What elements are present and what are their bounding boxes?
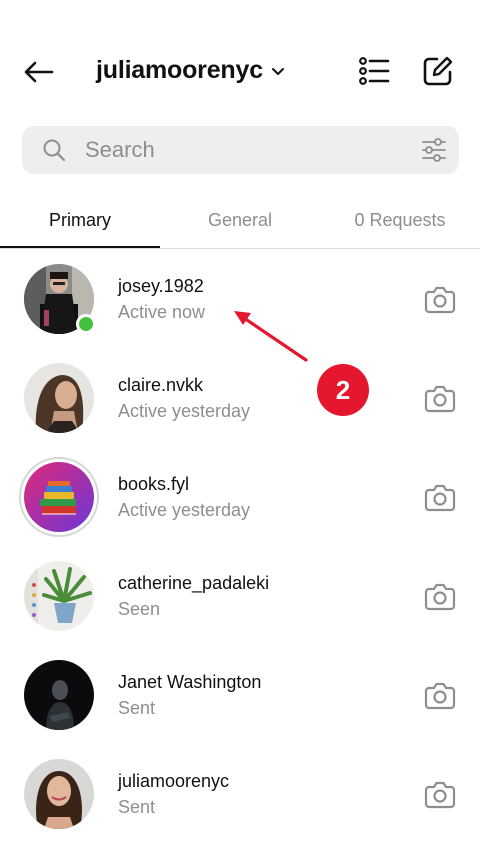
account-switcher[interactable]: juliamoorenyc (96, 56, 285, 85)
contact-status: Sent (118, 797, 156, 817)
contact-name: catherine_padaleki (118, 573, 270, 593)
camera-icon (424, 286, 456, 314)
conversation-row[interactable]: books.fyl Active yesterday (0, 448, 480, 547)
conversation-row[interactable]: catherine_padaleki Seen (0, 547, 480, 646)
camera-button[interactable] (422, 480, 458, 516)
tab-requests[interactable]: 0 Requests (320, 192, 480, 249)
contact-name: josey.1982 (118, 276, 204, 296)
contact-name: claire.nvkk (118, 375, 204, 395)
new-message-button[interactable] (418, 51, 458, 91)
conversation-row[interactable]: juliamoorenyc Sent (0, 745, 480, 844)
search-input[interactable] (85, 126, 405, 174)
compose-icon (423, 56, 453, 86)
avatar (24, 561, 94, 631)
online-status-dot (76, 314, 96, 334)
header-bar: juliamoorenyc (0, 0, 480, 120)
conversation-row[interactable]: claire.nvkk Active yesterday (0, 349, 480, 448)
contact-name: books.fyl (118, 474, 190, 494)
conversation-row[interactable]: Janet Washington Sent (0, 646, 480, 745)
contact-name: juliamoorenyc (118, 771, 230, 791)
avatar (24, 759, 94, 829)
camera-icon (424, 484, 456, 512)
filter-button[interactable] (420, 136, 448, 164)
avatar (24, 660, 94, 730)
contact-status: Active now (118, 302, 206, 322)
camera-icon (424, 385, 456, 413)
list-icon (359, 57, 390, 85)
search-icon (43, 139, 66, 162)
camera-button[interactable] (422, 777, 458, 813)
camera-button[interactable] (422, 579, 458, 615)
list-view-button[interactable] (354, 51, 394, 91)
contact-status: Seen (118, 599, 161, 619)
contact-status: Sent (118, 698, 156, 718)
camera-button[interactable] (422, 282, 458, 318)
camera-button[interactable] (422, 381, 458, 417)
camera-icon (424, 682, 456, 710)
avatar (24, 363, 94, 433)
arrow-left-icon (24, 61, 54, 83)
inbox-tabs: Primary General 0 Requests (0, 192, 480, 249)
contact-status: Active yesterday (118, 500, 251, 520)
tab-primary[interactable]: Primary (0, 192, 160, 249)
step-number-badge: 2 (317, 364, 369, 416)
conversation-row[interactable]: josey.1982 Active now (0, 250, 480, 349)
avatar (24, 462, 94, 532)
camera-icon (424, 583, 456, 611)
camera-button[interactable] (422, 678, 458, 714)
tab-general[interactable]: General (160, 192, 320, 249)
chevron-down-icon (271, 67, 284, 75)
back-button[interactable] (18, 52, 58, 92)
camera-icon (424, 781, 456, 809)
contact-status: Active yesterday (118, 401, 251, 421)
account-name: juliamoorenyc (96, 56, 263, 84)
filter-sliders-icon (422, 138, 446, 162)
contact-name: Janet Washington (118, 672, 262, 692)
search-bar[interactable] (22, 126, 459, 174)
active-tab-indicator (0, 246, 160, 248)
